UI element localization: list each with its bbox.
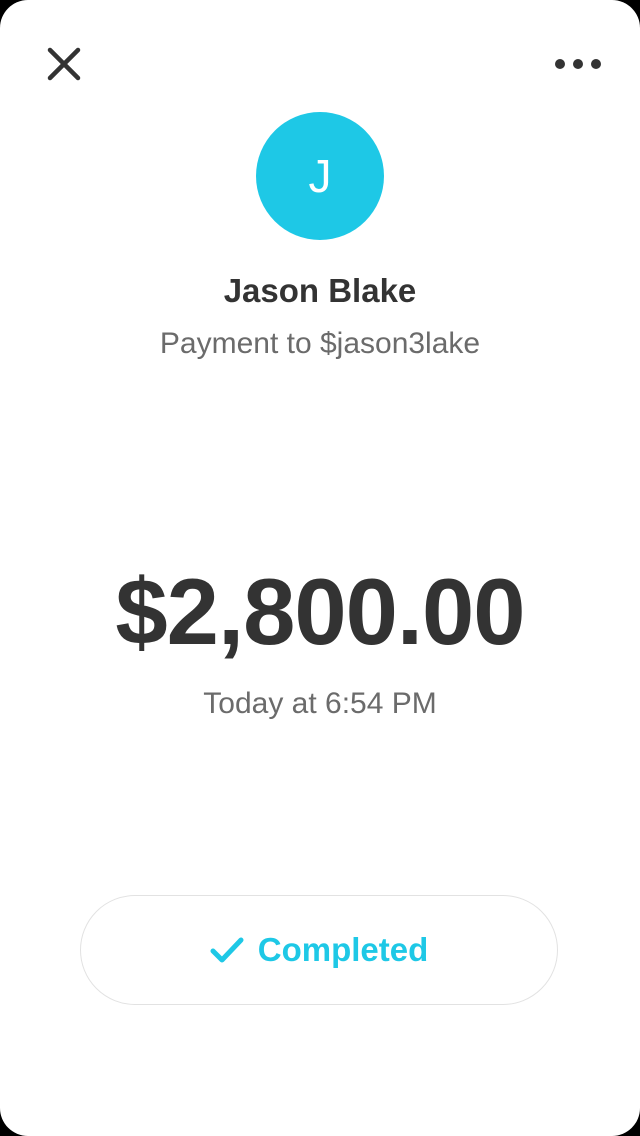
payment-timestamp: Today at 6:54 PM bbox=[203, 687, 437, 720]
status-badge[interactable]: Completed bbox=[80, 895, 558, 1005]
payment-amount: $2,800.00 bbox=[115, 559, 525, 664]
more-options-button[interactable] bbox=[548, 44, 608, 84]
more-horizontal-icon bbox=[555, 59, 601, 69]
status-label: Completed bbox=[257, 931, 429, 968]
checkmark-icon bbox=[210, 937, 244, 963]
avatar: J bbox=[256, 112, 384, 240]
avatar-initial: J bbox=[308, 150, 332, 202]
close-icon bbox=[47, 47, 81, 81]
close-button[interactable] bbox=[40, 40, 88, 88]
recipient-name: Jason Blake bbox=[223, 272, 417, 309]
payment-subtitle: Payment to $jason3lake bbox=[159, 327, 481, 360]
payment-detail-screen: J Jason Blake Payment to $jason3lake $2,… bbox=[0, 0, 640, 1136]
